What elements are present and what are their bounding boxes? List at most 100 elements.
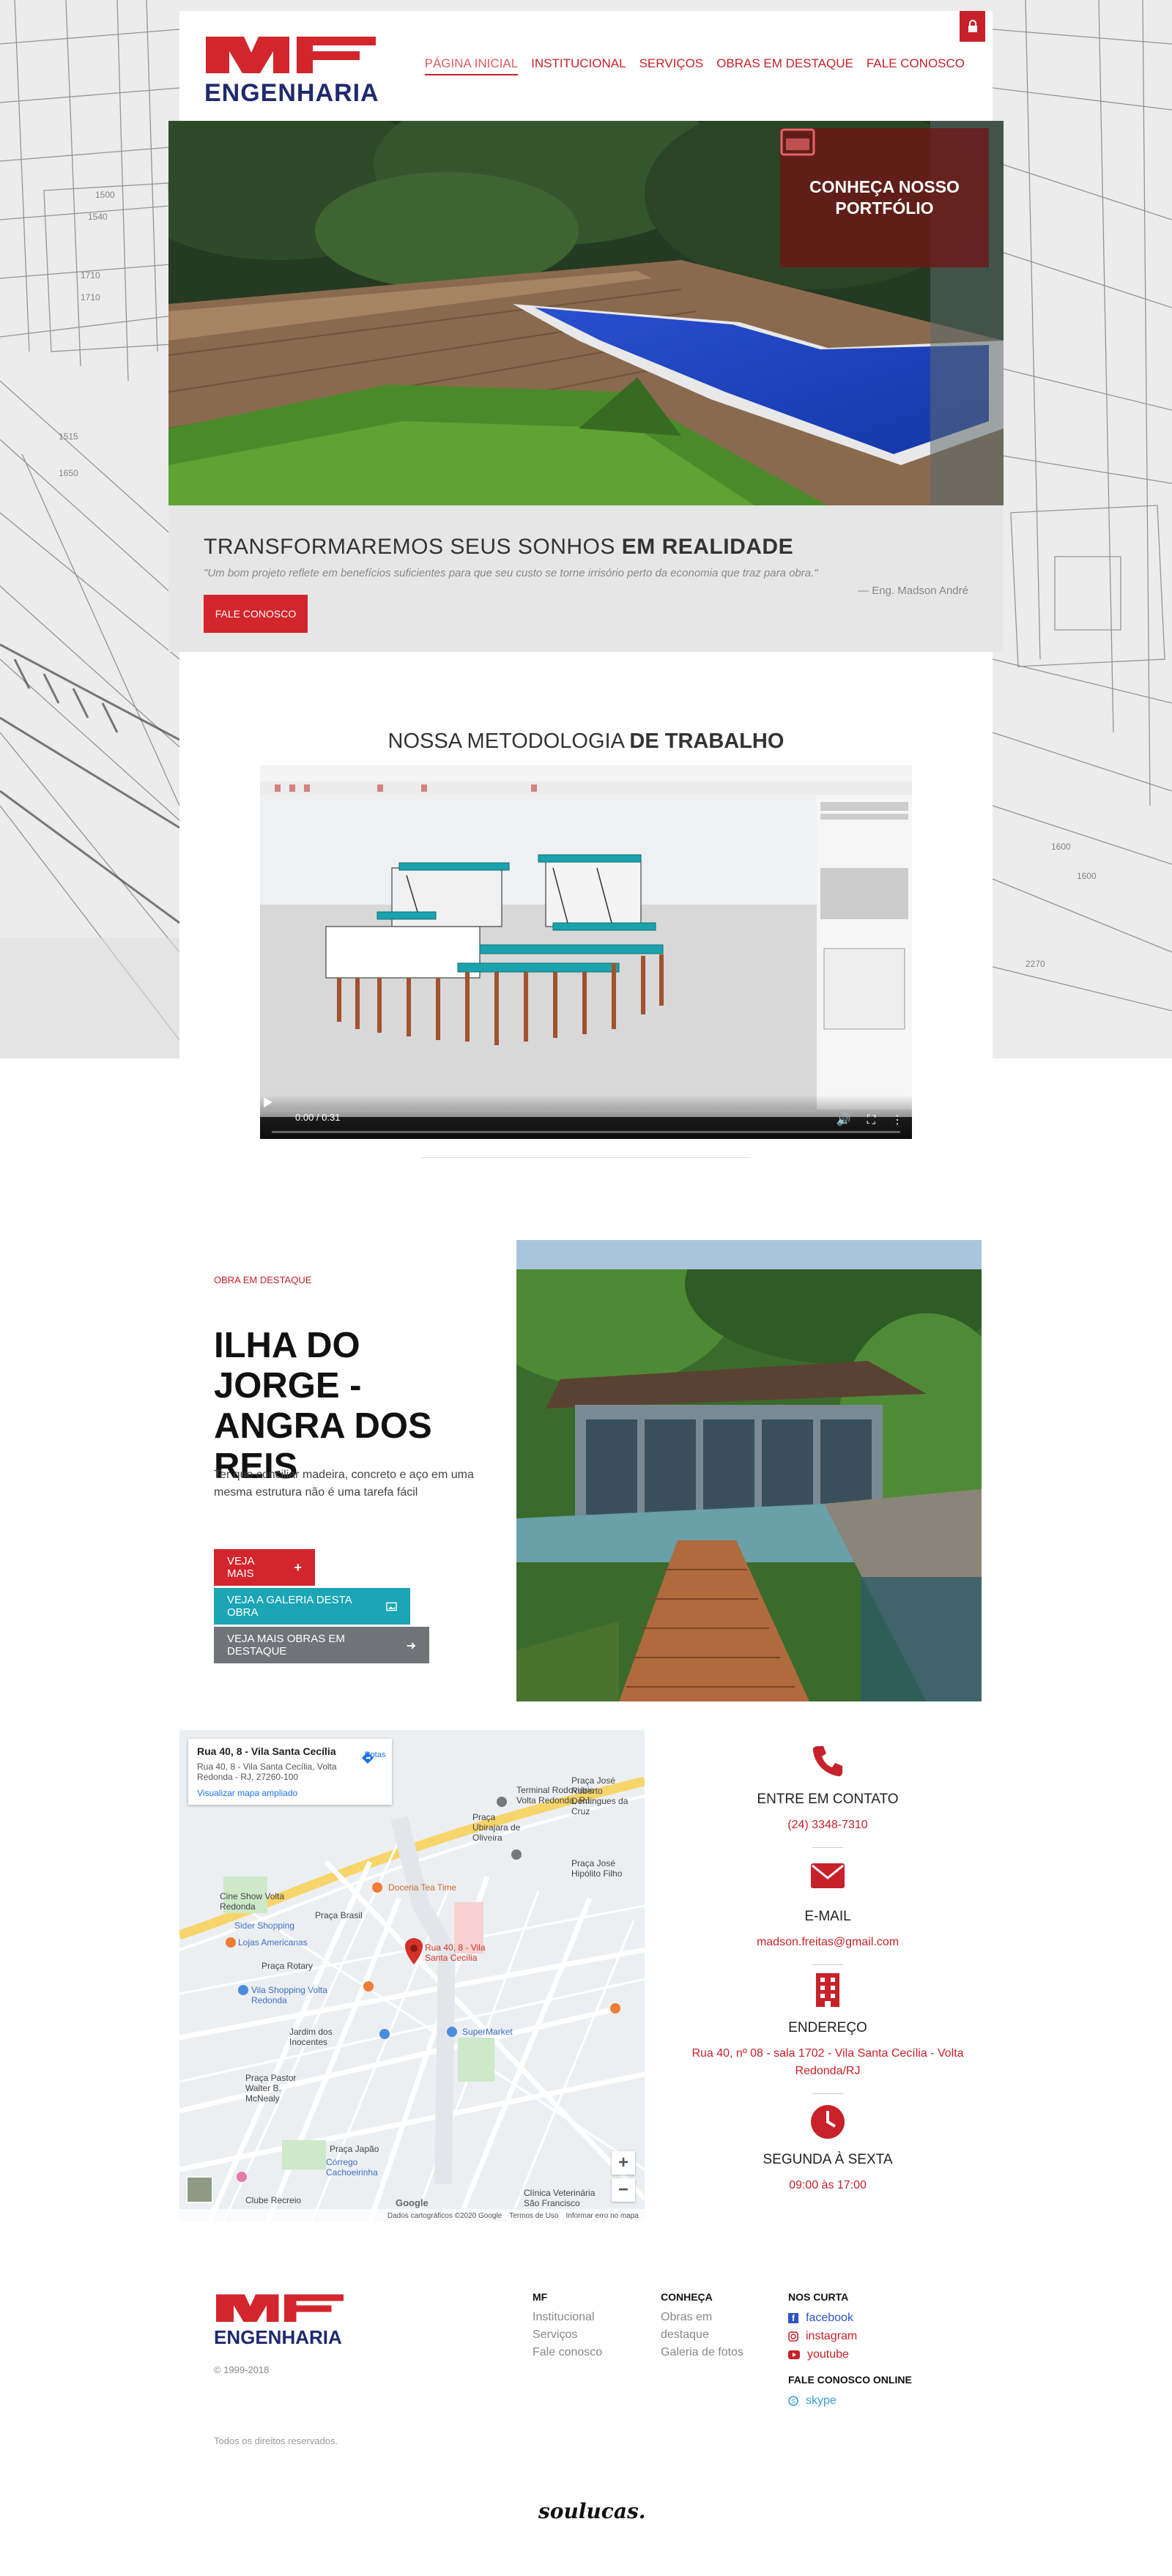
contact-phone-value[interactable]: (24) 3348-7310 — [667, 1816, 989, 1834]
play-icon[interactable] — [260, 1095, 275, 1110]
skype-icon: S — [788, 2395, 798, 2406]
video-right-controls: 🔊 ⛶ ⋮ — [837, 1113, 903, 1127]
veja-mais-button[interactable]: VEJA MAIS + — [214, 1549, 315, 1586]
tagline-title-main: TRANSFORMAREMOS SEUS SONHOS — [204, 535, 622, 559]
contact-address: ENDEREÇO Rua 40, nº 08 - sala 1702 - Vil… — [667, 1972, 989, 2094]
instagram-icon — [788, 2331, 798, 2342]
map-label-corrego: Córrego Cachoeirinha — [326, 2157, 378, 2178]
footer-facebook[interactable]: f facebook — [788, 2309, 912, 2327]
more-icon[interactable]: ⋮ — [891, 1113, 903, 1127]
svg-text:1500: 1500 — [95, 190, 115, 200]
map-label-sider: Sider Shopping — [234, 1920, 295, 1931]
methodology-title-main: NOSSA METODOLOGIA — [387, 730, 630, 753]
galeria-label: VEJA A GALERIA DESTA OBRA — [227, 1594, 352, 1619]
svg-text:1600: 1600 — [1077, 871, 1097, 881]
map-label-clube-recreio: Clube Recreio — [245, 2195, 302, 2205]
footer-col-social: NOS CURTA f facebook instagram youtube FA… — [788, 2291, 912, 2410]
featured-image[interactable] — [516, 1240, 982, 1701]
portfolio-cta[interactable]: CONHEÇA NOSSO PORTFÓLIO — [780, 128, 989, 267]
mais-obras-label: VEJA MAIS OBRAS EM DESTAQUE — [227, 1633, 345, 1658]
tagline-title: TRANSFORMAREMOS SEUS SONHOS EM REALIDADE — [204, 535, 793, 560]
mais-obras-button[interactable]: VEJA MAIS OBRAS EM DESTAQUE ➜ — [214, 1627, 429, 1663]
contact-separator — [812, 1964, 843, 1965]
envelope-icon — [811, 1863, 845, 1888]
arrow-right-icon: ➜ — [406, 1638, 416, 1652]
footer-instagram[interactable]: instagram — [788, 2327, 912, 2345]
map-footer-terms[interactable]: Termos de Uso — [509, 2212, 558, 2220]
portfolio-icon — [780, 128, 815, 156]
footer-online-title: FALE CONOSCO ONLINE — [788, 2374, 912, 2386]
map-label-hipolito: Praça José Hipólito Filho — [571, 1858, 623, 1879]
methodology-section: NOSSA METODOLOGIA DE TRABALHO 0:00 / 0:3… — [179, 652, 993, 1157]
video-time: 0:00 / 0:31 — [295, 1112, 341, 1123]
footer-link-obras[interactable]: Obras em destaque — [661, 2309, 741, 2344]
logo[interactable]: ENGENHARIA — [203, 29, 379, 107]
zoom-in-button[interactable]: + — [612, 2151, 635, 2175]
galeria-button[interactable]: VEJA A GALERIA DESTA OBRA — [214, 1588, 410, 1625]
main-nav: PÁGINA INICIAL INSTITUCIONAL SERVIÇOS OB… — [424, 56, 965, 75]
map-footer: Dados cartográficos ©2020 Google Termos … — [179, 2209, 645, 2222]
nav-home[interactable]: PÁGINA INICIAL — [424, 56, 519, 75]
tagline-author: — Eng. Madson André — [858, 584, 968, 597]
map-label-praca-brasil: Praça Brasil — [315, 1910, 363, 1920]
svg-text:1710: 1710 — [81, 270, 100, 281]
site-header: ENGENHARIA PÁGINA INICIAL INSTITUCIONAL … — [179, 11, 993, 121]
hero-image: CONHEÇA NOSSO PORTFÓLIO — [168, 121, 1004, 505]
developer-brand[interactable]: soulucas. — [538, 2499, 646, 2523]
logo-mf-mark — [206, 37, 376, 73]
featured-title: ILHA DO JORGE - ANGRA DOS REIS — [214, 1326, 432, 1486]
methodology-video[interactable]: 0:00 / 0:31 🔊 ⛶ ⋮ — [260, 765, 912, 1139]
contact-phone-title: ENTRE EM CONTATO — [757, 1792, 899, 1807]
nav-obras[interactable]: OBRAS EM DESTAQUE — [716, 56, 853, 75]
map-label-cine-show: Cine Show Volta Redonda — [220, 1891, 285, 1912]
footer-link-institucional[interactable]: Institucional — [533, 2309, 602, 2326]
video-progress[interactable] — [272, 1131, 900, 1133]
footer-logo[interactable]: ENGENHARIA — [214, 2289, 346, 2348]
footer-col-social-title: NOS CURTA — [788, 2291, 849, 2303]
phone-icon — [812, 1746, 842, 1777]
skype-label: skype — [806, 2394, 837, 2407]
footer-rights: Todos os direitos reservados. — [214, 2435, 338, 2446]
svg-text:1710: 1710 — [81, 292, 100, 302]
map-label-doceria: Doceria Tea Time — [388, 1882, 457, 1893]
fale-conosco-button[interactable]: FALE CONOSCO — [204, 595, 308, 633]
zoom-out-button[interactable]: − — [612, 2178, 635, 2202]
contact-address-title: ENDEREÇO — [788, 2020, 867, 2035]
google-logo: Google — [396, 2197, 429, 2208]
contact-hours-value: 09:00 às 17:00 — [789, 2179, 867, 2191]
facebook-label: facebook — [806, 2312, 853, 2324]
volume-icon[interactable]: 🔊 — [837, 1113, 851, 1127]
map-label-pastor: Praça Pastor Walter B. McNealy — [245, 2073, 297, 2104]
page: 1500 1540 1710 1710 1515 1650 1600 1600 2270 E… — [0, 0, 1172, 2576]
fullscreen-icon[interactable]: ⛶ — [867, 1113, 875, 1127]
tagline-section: TRANSFORMAREMOS SEUS SONHOS EM REALIDADE… — [168, 505, 1004, 652]
footer-link-galeria[interactable]: Galeria de fotos — [661, 2344, 763, 2361]
image-icon — [386, 1602, 397, 1611]
map-footer-report[interactable]: Informar erro no mapa — [566, 2212, 639, 2220]
veja-mais-label: VEJA MAIS — [227, 1555, 254, 1580]
featured-label: OBRA EM DESTAQUE — [214, 1274, 312, 1285]
map-route-button[interactable]: Rotas — [360, 1751, 390, 1764]
footer-youtube[interactable]: youtube — [788, 2345, 912, 2364]
svg-text:S: S — [791, 2397, 795, 2405]
footer-skype[interactable]: Sskype — [788, 2391, 912, 2410]
lock-button[interactable] — [960, 11, 985, 42]
contact-email-title: E-MAIL — [804, 1909, 851, 1924]
footer-copyright: © 1999-2018 — [214, 2364, 270, 2375]
nav-fale-conosco[interactable]: FALE CONOSCO — [867, 56, 965, 75]
svg-text:1650: 1650 — [59, 468, 78, 478]
nav-institucional[interactable]: INSTITUCIONAL — [531, 56, 626, 75]
footer-link-fale-conosco[interactable]: Fale conosco — [533, 2344, 602, 2361]
footer-logo-mf-mark — [216, 2294, 344, 2322]
directions-icon — [362, 1752, 374, 1764]
map-label-ubirajara: Praça Ubirajara de Oliveira — [472, 1812, 521, 1843]
contact-email-value[interactable]: madson.freitas@gmail.com — [667, 1934, 989, 1951]
map-enlarge-link[interactable]: Visualizar mapa ampliado — [197, 1788, 383, 1798]
map-label-clinica: Clínica Veterinária São Francisco — [524, 2188, 596, 2208]
footer-link-servicos[interactable]: Serviços — [533, 2326, 602, 2344]
map-label-praca-roberto: Praça José Roberto Domingues da Cruz — [571, 1775, 628, 1816]
methodology-title-bold: DE TRABALHO — [629, 730, 785, 753]
google-map[interactable]: Terminal Rodoviário Volta Redonda, RJ Pr… — [179, 1730, 645, 2222]
footer-col-conheca: CONHEÇA Obras em destaque Galeria de fot… — [661, 2291, 763, 2361]
nav-servicos[interactable]: SERVIÇOS — [639, 56, 704, 75]
